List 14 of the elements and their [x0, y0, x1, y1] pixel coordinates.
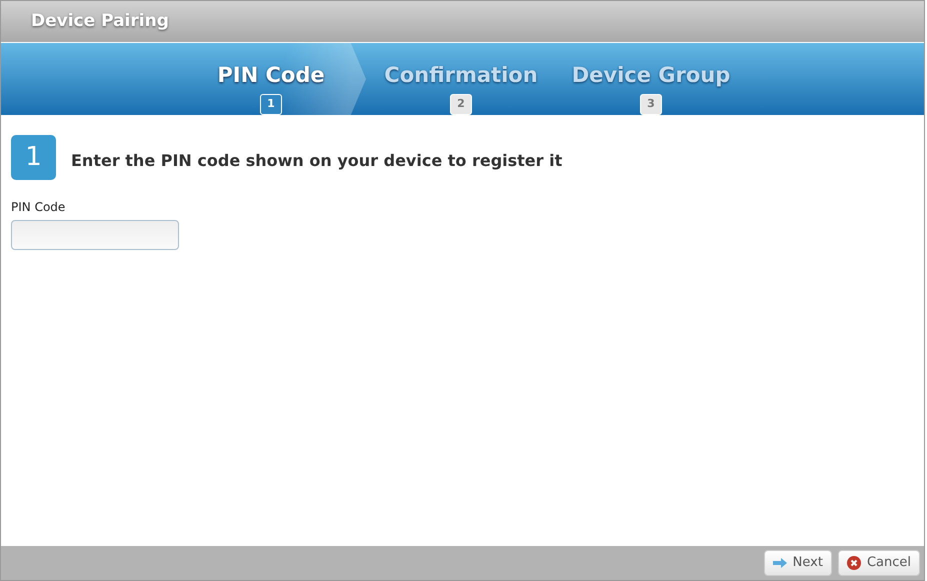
- step-number-badge: 2: [450, 94, 472, 115]
- cancel-button[interactable]: Cancel: [838, 550, 920, 576]
- wizard-step[interactable]: Confirmation 2: [366, 43, 556, 115]
- wizard-step[interactable]: Device Group 3: [556, 43, 746, 115]
- step-number: 1: [11, 135, 56, 180]
- window-title: Device Pairing: [31, 10, 169, 33]
- arrow-right-icon: [772, 558, 787, 568]
- next-button[interactable]: Next: [764, 550, 832, 576]
- section-heading: Enter the PIN code shown on your device to register it: [71, 150, 562, 172]
- step-number-badge: 3: [640, 94, 662, 115]
- step-number-badge: 1: [260, 94, 282, 115]
- pin-code-field[interactable]: [11, 220, 179, 250]
- close-icon: [846, 556, 861, 570]
- field-label: PIN Code: [11, 199, 66, 216]
